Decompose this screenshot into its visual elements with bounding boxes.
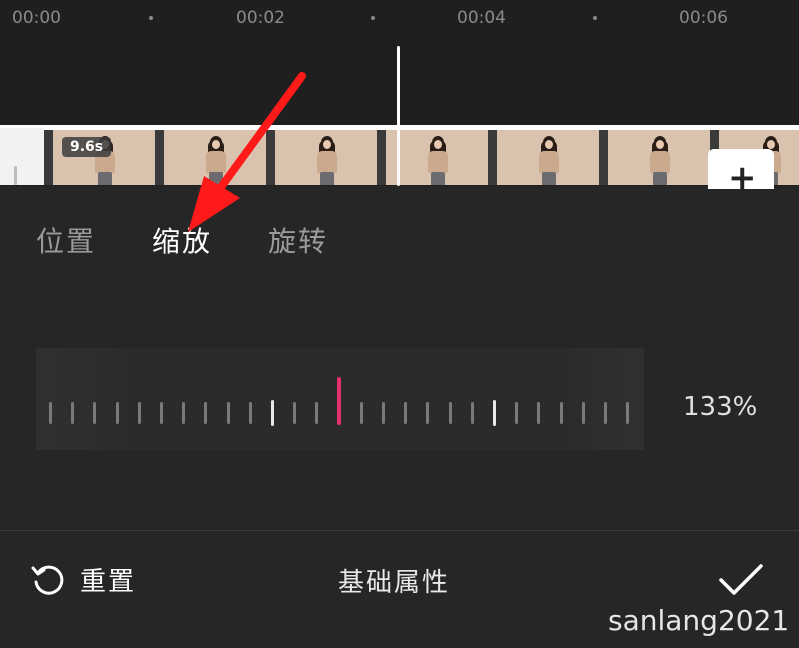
scale-slider[interactable] xyxy=(36,348,644,450)
panel-title: 基础属性 xyxy=(338,568,451,598)
add-clip-button[interactable]: + xyxy=(708,149,774,195)
clip-trim-handle[interactable] xyxy=(0,128,44,185)
ruler-time-label: 00:06 xyxy=(679,8,728,28)
slider-tick xyxy=(359,402,363,424)
slider-tick xyxy=(470,402,474,424)
scale-value: 133% xyxy=(683,392,758,422)
slider-tick xyxy=(137,402,141,424)
slider-tick xyxy=(226,402,230,424)
slider-tick xyxy=(426,402,430,424)
ruler-time-label: 00:00 xyxy=(12,8,61,28)
slider-tick xyxy=(581,402,585,424)
clip-duration-badge: 9.6s xyxy=(62,137,112,157)
slider-tick xyxy=(204,402,208,424)
slider-tick xyxy=(160,402,163,424)
ruler-dot xyxy=(371,16,375,20)
tab-rotate[interactable]: 旋转 xyxy=(268,220,328,260)
scale-slider-indicator[interactable] xyxy=(337,377,342,425)
reset-button[interactable]: 重置 xyxy=(30,561,136,598)
slider-tick xyxy=(604,402,607,424)
slider-tick xyxy=(559,402,563,424)
ruler-time-label: 00:04 xyxy=(457,8,506,28)
ruler-dot xyxy=(593,16,597,20)
slider-tick xyxy=(515,402,519,424)
video-clip[interactable] xyxy=(44,130,799,185)
timeline-ruler: 00:00 00:02 00:04 00:06 xyxy=(0,0,799,40)
slider-tick xyxy=(71,402,75,424)
property-tabs: 位置 缩放 旋转 xyxy=(36,220,328,260)
clip-thumbnail xyxy=(488,130,599,185)
tab-position[interactable]: 位置 xyxy=(36,220,96,260)
slider-tick xyxy=(271,400,274,426)
clip-thumbnail xyxy=(599,130,710,185)
slider-tick xyxy=(382,402,385,424)
slider-tick xyxy=(626,402,630,424)
clip-thumbnail xyxy=(155,130,266,185)
reset-icon xyxy=(31,565,64,595)
slider-tick xyxy=(493,400,496,426)
slider-tick xyxy=(248,402,252,424)
watermark: sanlang2021 xyxy=(608,604,790,637)
slider-tick xyxy=(182,402,186,424)
ruler-time-label: 00:02 xyxy=(236,8,285,28)
plus-icon: + xyxy=(728,158,757,198)
clip-thumbnail xyxy=(377,130,488,185)
slider-tick xyxy=(315,402,319,424)
slider-tick xyxy=(404,402,408,424)
tab-scale[interactable]: 缩放 xyxy=(152,220,212,260)
slider-tick xyxy=(49,402,52,424)
slider-tick xyxy=(537,402,541,424)
divider xyxy=(0,530,799,531)
slider-tick xyxy=(448,402,452,424)
slider-tick xyxy=(93,402,97,424)
slider-tick xyxy=(293,402,297,424)
slider-tick xyxy=(115,402,119,424)
reset-label: 重置 xyxy=(80,567,137,597)
ruler-dot xyxy=(149,16,153,20)
checkmark-icon[interactable] xyxy=(718,562,764,598)
playhead[interactable] xyxy=(397,46,400,186)
clip-thumbnail xyxy=(266,130,377,185)
